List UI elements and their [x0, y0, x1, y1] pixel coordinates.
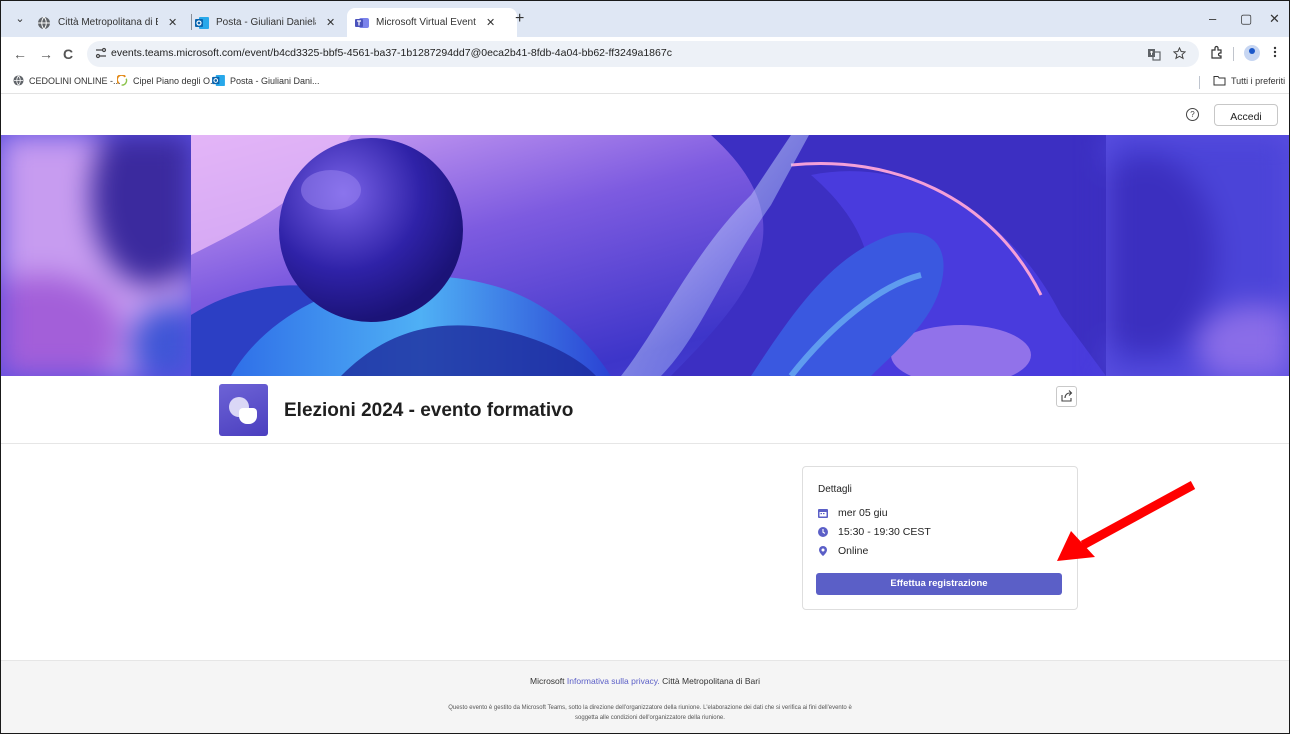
tab-separator — [191, 14, 192, 30]
banner-blur-right — [1106, 135, 1289, 376]
bookmark-label: Posta - Giuliani Dani... — [230, 75, 320, 86]
virtual-events-icon — [229, 397, 257, 424]
site-settings-icon[interactable] — [95, 47, 107, 59]
calendar-icon — [818, 509, 828, 518]
register-button[interactable]: Effettua registrazione — [816, 573, 1062, 595]
tab-title: Microsoft Virtual Events Power — [376, 17, 476, 28]
close-icon[interactable]: ✕ — [326, 16, 335, 29]
address-bar[interactable]: events.teams.microsoft.com/event/b4cd332… — [87, 41, 1199, 67]
bookmark-cipel[interactable]: Cipel Piano degli O... — [117, 75, 218, 86]
page-footer: Microsoft Informativa sulla privacy. Cit… — [1, 660, 1289, 733]
event-details-card: Dettagli mer 05 giu 15:30 - 19:30 CEST O… — [802, 466, 1078, 610]
close-icon[interactable]: ✕ — [168, 16, 177, 29]
bookmark-label: Cipel Piano degli O... — [133, 75, 218, 86]
forward-button[interactable]: → — [39, 46, 53, 62]
help-icon[interactable]: ? — [1186, 108, 1199, 121]
detail-date-text: mer 05 giu — [838, 507, 888, 519]
privacy-link[interactable]: Informativa sulla privacy. — [567, 676, 660, 686]
footer-brand: Microsoft — [530, 676, 565, 686]
teams-icon — [355, 17, 369, 28]
annotation-arrow — [1057, 481, 1196, 561]
tab-title: Città Metropolitana di Bari - Sc — [58, 17, 158, 28]
event-logo — [219, 384, 268, 436]
window-close-button[interactable]: ✕ — [1269, 11, 1280, 27]
event-title-row: Elezioni 2024 - evento formativo — [1, 376, 1289, 444]
outlook-icon — [195, 16, 209, 29]
browser-toolbar: ← → C events.teams.microsoft.com/event/b… — [1, 37, 1289, 71]
detail-location: Online — [818, 545, 868, 557]
kebab-menu-icon[interactable] — [1272, 45, 1278, 59]
footer-organizer: Città Metropolitana di Bari — [662, 676, 760, 686]
footer-disclaimer: Questo evento è gestito da Microsoft Tea… — [448, 705, 852, 721]
footer-links: Microsoft Informativa sulla privacy. Cit… — [1, 676, 1289, 686]
details-heading: Dettagli — [818, 484, 852, 495]
restore-button[interactable]: ▢ — [1240, 11, 1252, 27]
bookmark-posta[interactable]: Posta - Giuliani Dani... — [212, 75, 320, 86]
globe-icon — [38, 16, 50, 29]
tab-virtual-events[interactable]: Microsoft Virtual Events Power ✕ — [347, 8, 517, 37]
browser-window: ⌄ Città Metropolitana di Bari - Sc ✕ Pos… — [0, 0, 1290, 734]
detail-date: mer 05 giu — [818, 507, 888, 519]
all-bookmarks-folder[interactable]: Tutti i preferiti — [1213, 75, 1285, 86]
event-title: Elezioni 2024 - evento formativo — [284, 400, 574, 421]
close-icon[interactable]: ✕ — [486, 16, 495, 29]
bookmark-label: CEDOLINI ONLINE -... — [29, 75, 121, 86]
bookmark-cedolini[interactable]: CEDOLINI ONLINE -... — [13, 75, 121, 86]
banner-image — [191, 135, 1106, 376]
minimize-button[interactable]: – — [1209, 11, 1216, 26]
bookmark-separator — [1199, 76, 1200, 89]
tab-strip: ⌄ Città Metropolitana di Bari - Sc ✕ Pos… — [1, 1, 1289, 37]
globe-icon — [13, 75, 24, 86]
star-icon[interactable] — [1173, 47, 1186, 60]
outlook-icon — [212, 75, 225, 86]
profile-avatar[interactable] — [1244, 45, 1260, 61]
detail-location-text: Online — [838, 545, 869, 557]
tab-search-button[interactable]: ⌄ — [11, 10, 29, 28]
location-pin-icon — [819, 546, 827, 556]
cipel-logo-icon — [117, 75, 128, 86]
translate-icon[interactable] — [1147, 47, 1161, 61]
share-button[interactable] — [1056, 386, 1077, 407]
signin-button[interactable]: Accedi — [1214, 104, 1278, 126]
extensions-icon[interactable] — [1210, 45, 1224, 59]
banner-blur-left — [1, 135, 191, 376]
toolbar-separator — [1233, 47, 1234, 61]
event-banner — [1, 135, 1289, 376]
folder-icon — [1213, 76, 1226, 86]
back-button[interactable]: ← — [13, 46, 27, 62]
bookmark-label: Tutti i preferiti — [1231, 75, 1286, 86]
url-text: events.teams.microsoft.com/event/b4cd332… — [111, 47, 672, 59]
tab-outlook[interactable]: Posta - Giuliani Daniela - Outlo ✕ — [195, 8, 345, 37]
detail-time: 15:30 - 19:30 CEST — [818, 526, 931, 538]
new-tab-button[interactable]: + — [515, 10, 524, 28]
detail-time-text: 15:30 - 19:30 CEST — [838, 526, 931, 538]
tab-citta-metropolitana[interactable]: Città Metropolitana di Bari - Sc ✕ — [37, 8, 187, 37]
bookmarks-bar: CEDOLINI ONLINE -... Cipel Piano degli O… — [1, 71, 1289, 94]
reload-button[interactable]: C — [63, 46, 73, 62]
tab-title: Posta - Giuliani Daniela - Outlo — [216, 17, 316, 28]
share-icon — [1061, 390, 1073, 402]
page-header: ? Accedi — [1, 94, 1289, 135]
clock-icon — [818, 527, 828, 537]
